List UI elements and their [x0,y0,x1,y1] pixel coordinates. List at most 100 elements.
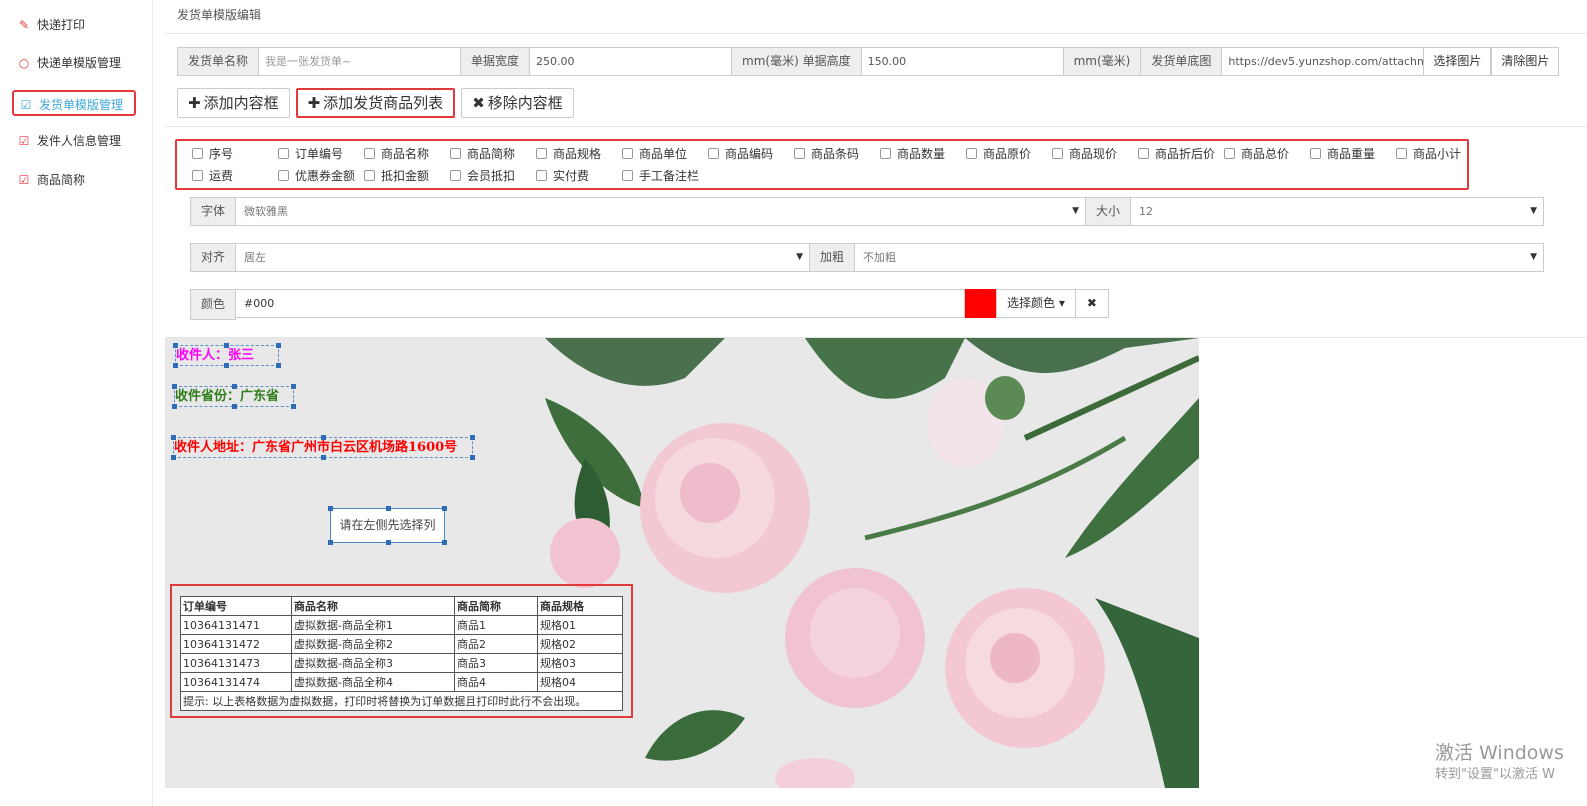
column-checkbox[interactable]: 商品数量 [880,145,945,163]
resize-handle[interactable] [442,506,447,511]
add-goods-list-button[interactable]: ✚ 添加发货商品列表 [295,88,456,118]
checkbox-icon[interactable] [364,148,375,159]
resize-handle[interactable] [291,404,296,409]
resize-handle[interactable] [276,363,281,368]
remove-box-button[interactable]: ✖ 移除内容框 [461,88,574,118]
resize-handle[interactable] [276,343,281,348]
resize-handle[interactable] [172,404,177,409]
checkbox-icon[interactable] [1310,148,1321,159]
height-input[interactable]: 150.00 [861,47,1064,76]
checkbox-icon[interactable] [622,170,633,181]
checkbox-icon[interactable] [622,148,633,159]
resize-handle[interactable] [386,506,391,511]
goods-list-box[interactable]: 订单编号 商品名称 商品简称 商品规格 10364131471 虚拟数据-商品全称… [170,584,633,718]
height-label: mm(毫米) 单据高度 [732,47,862,76]
checkbox-icon[interactable] [1138,148,1149,159]
checkbox-icon[interactable] [364,170,375,181]
column-checkbox[interactable]: 商品简称 [450,145,515,163]
column-checkbox[interactable]: 手工备注栏 [622,167,699,185]
column-checkbox[interactable]: 运费 [192,167,233,185]
sidebar-item-goods-short-name[interactable]: ☑ 商品简称 [12,167,85,193]
choose-color-button[interactable]: 选择颜色 ▾ [996,289,1076,318]
checkbox-icon[interactable] [192,148,203,159]
column-checkbox[interactable]: 商品折后价 [1138,145,1215,163]
name-input[interactable]: 我是一张发货单~ [259,47,462,76]
sidebar-item-quick-print[interactable]: ✎ 快递打印 [12,12,85,38]
column-checkbox[interactable]: 商品总价 [1224,145,1289,163]
checkbox-icon[interactable] [536,148,547,159]
size-select[interactable]: 12 ▼ [1131,197,1545,226]
column-checkbox[interactable]: 会员抵扣 [450,167,515,185]
template-canvas[interactable]: 收件人：张三 收件省份：广东省 收件人地址：广东省广州市白云区机场路1600号 [165,338,1199,788]
column-checkbox[interactable]: 商品原价 [966,145,1031,163]
receiver-field[interactable]: 收件人：张三 [173,343,281,368]
resize-handle[interactable] [173,343,178,348]
font-select[interactable]: 微软雅黑 ▼ [236,197,1087,226]
sidebar-item-sender-info[interactable]: ☑ 发件人信息管理 [12,128,121,154]
resize-handle[interactable] [232,384,237,389]
clear-image-button[interactable]: 清除图片 [1491,47,1560,76]
checkbox-icon[interactable] [278,170,289,181]
resize-handle[interactable] [173,363,178,368]
resize-handle[interactable] [442,540,447,545]
column-checkbox[interactable]: 商品重量 [1310,145,1375,163]
sidebar-item-express-template[interactable]: ○ 快递单模版管理 [12,50,121,76]
sidebar-item-delivery-template[interactable]: ☑ 发货单模版管理 [12,90,136,116]
column-checkbox[interactable]: 商品名称 [364,145,429,163]
color-input[interactable]: #000 [236,289,966,318]
column-checkbox[interactable]: 商品规格 [536,145,601,163]
checkbox-icon[interactable] [794,148,805,159]
checkbox-icon[interactable] [1396,148,1407,159]
checkbox-icon[interactable] [450,170,461,181]
resize-handle[interactable] [172,384,177,389]
bg-image-url-input[interactable]: https://dev5.yunzshop.com/attachment/im [1222,47,1425,76]
add-box-button[interactable]: ✚ 添加内容框 [177,88,290,118]
checkbox-icon[interactable] [536,170,547,181]
checkbox-icon[interactable] [880,148,891,159]
clear-color-button[interactable]: ✖ [1075,289,1109,318]
column-checkbox[interactable]: 抵扣金额 [364,167,429,185]
address-field[interactable]: 收件人地址：广东省广州市白云区机场路1600号 [171,435,475,460]
checkbox-label: 会员抵扣 [467,169,516,183]
column-checkbox[interactable]: 订单编号 [278,145,343,163]
column-checkbox[interactable]: 序号 [192,145,233,163]
resize-handle[interactable] [328,506,333,511]
table-cell: 商品4 [454,672,538,692]
resize-handle[interactable] [321,435,326,440]
resize-handle[interactable] [232,404,237,409]
column-checkbox[interactable]: 优惠券金额 [278,167,355,185]
resize-handle[interactable] [224,363,229,368]
resize-handle[interactable] [328,540,333,545]
checkbox-icon[interactable] [450,148,461,159]
resize-handle[interactable] [224,343,229,348]
column-checkbox[interactable]: 实付费 [536,167,589,185]
checkbox-icon[interactable] [192,170,203,181]
checkbox-icon[interactable] [966,148,977,159]
checkbox-icon[interactable] [1052,148,1063,159]
resize-handle[interactable] [470,435,475,440]
resize-handle[interactable] [470,455,475,460]
checkbox-label: 商品原价 [983,147,1032,161]
checkbox-icon[interactable] [278,148,289,159]
resize-handle[interactable] [171,455,176,460]
caret-down-icon: ▾ [1058,296,1065,310]
width-input[interactable]: 250.00 [530,47,733,76]
choose-image-button[interactable]: 选择图片 [1424,47,1492,76]
empty-column-box[interactable]: 请在左侧先选择列 [328,506,447,545]
column-checkbox[interactable]: 商品条码 [794,145,859,163]
column-checkbox[interactable]: 商品小计 [1396,145,1461,163]
color-swatch[interactable] [965,289,997,318]
resize-handle[interactable] [321,455,326,460]
column-checkbox[interactable]: 商品编码 [708,145,773,163]
align-select[interactable]: 居左 ▼ [236,243,811,272]
resize-handle[interactable] [291,384,296,389]
column-checkbox[interactable]: 商品单位 [622,145,687,163]
checkbox-label: 商品名称 [381,147,430,161]
bold-select[interactable]: 不加粗 ▼ [855,243,1545,272]
column-checkbox[interactable]: 商品现价 [1052,145,1117,163]
checkbox-icon[interactable] [1224,148,1235,159]
resize-handle[interactable] [386,540,391,545]
checkbox-icon[interactable] [708,148,719,159]
resize-handle[interactable] [171,435,176,440]
province-field[interactable]: 收件省份：广东省 [172,384,296,409]
